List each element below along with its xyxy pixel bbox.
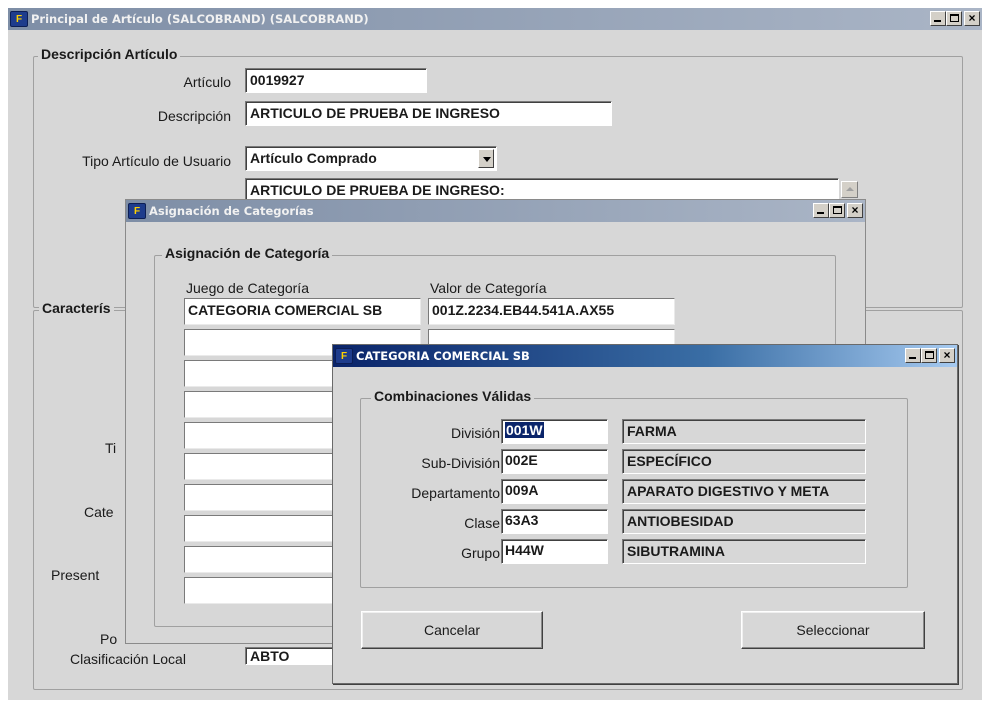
combinacion-label: Sub-División	[421, 455, 500, 471]
clasificacion-local-label: Clasificación Local	[70, 654, 186, 665]
categoria-partial-label: Cate	[84, 504, 114, 520]
juego-categoria-cell[interactable]: CATEGORIA COMERCIAL SB	[184, 298, 421, 325]
maximize-icon[interactable]	[921, 348, 937, 363]
scroll-up-arrow-icon[interactable]	[841, 181, 858, 198]
pos-partial-label: Po	[100, 631, 118, 647]
oracle-forms-app-icon: F	[335, 348, 353, 364]
main-title-bar[interactable]: F Principal de Artículo (SALCOBRAND) (SA…	[8, 8, 982, 30]
valor-categoria-cell[interactable]: 001Z.2234.EB44.541A.AX55	[428, 298, 675, 325]
combinacion-description-field: ESPECÍFICO	[622, 449, 866, 474]
valor-categoria-header: Valor de Categoría	[430, 280, 547, 296]
articulo-label: Artículo	[183, 74, 231, 90]
articulo-field[interactable]: 0019927	[245, 68, 427, 93]
window-controls: ×	[813, 203, 863, 218]
tipo-partial-label: Ti	[105, 440, 117, 456]
asignacion-window-title: Asignación de Categorías	[149, 204, 314, 218]
combinacion-label: Clase	[464, 515, 500, 531]
asignacion-title-bar[interactable]: F Asignación de Categorías ×	[126, 200, 865, 222]
combinacion-description-field: FARMA	[622, 419, 866, 444]
combinacion-code-field[interactable]: 009A	[501, 479, 608, 504]
tipo-articulo-value: Artículo Comprado	[250, 150, 377, 166]
main-window-title: Principal de Artículo (SALCOBRAND) (SALC…	[31, 12, 369, 26]
descripcion-articulo-legend: Descripción Artículo	[38, 46, 181, 62]
caracteristicas-legend: Caracterís	[39, 300, 114, 316]
descripcion-label: Descripción	[157, 108, 231, 124]
oracle-forms-app-icon: F	[10, 11, 28, 27]
combinacion-description-field: SIBUTRAMINA	[622, 539, 866, 564]
combinacion-code-value: 009A	[505, 482, 539, 498]
minimize-icon[interactable]	[813, 203, 829, 218]
minimize-icon[interactable]	[905, 348, 921, 363]
descripcion-field[interactable]: ARTICULO DE PRUEBA DE INGRESO	[245, 101, 612, 126]
oracle-forms-app-icon: F	[128, 203, 146, 219]
tipo-articulo-label: Tipo Artículo de Usuario	[82, 153, 231, 169]
maximize-icon[interactable]	[946, 11, 962, 26]
window-controls: ×	[930, 11, 980, 26]
combinacion-description-field: APARATO DIGESTIVO Y META	[622, 479, 866, 504]
combinacion-label: Departamento	[411, 485, 500, 501]
presentacion-partial-label: Present	[51, 567, 100, 583]
categoria-window-title: CATEGORIA COMERCIAL SB	[356, 349, 530, 363]
close-icon[interactable]: ×	[939, 348, 955, 363]
combinacion-code-field[interactable]: 001W	[501, 419, 608, 444]
categoria-title-bar[interactable]: F CATEGORIA COMERCIAL SB ×	[333, 345, 957, 367]
asignacion-categoria-legend: Asignación de Categoría	[162, 245, 333, 261]
combinacion-code-value: 001W	[505, 422, 544, 438]
select-button[interactable]: Seleccionar	[741, 611, 925, 649]
combinacion-code-value: H44W	[505, 542, 544, 558]
categoria-comercial-window: F CATEGORIA COMERCIAL SB × Combinaciones…	[332, 344, 958, 684]
window-controls: ×	[905, 348, 955, 363]
combinacion-description-field: ANTIOBESIDAD	[622, 509, 866, 534]
combinacion-code-field[interactable]: 63A3	[501, 509, 608, 534]
combinaciones-validas-legend: Combinaciones Válidas	[371, 388, 535, 404]
combinacion-label: Grupo	[461, 545, 500, 561]
cancel-button[interactable]: Cancelar	[361, 611, 543, 649]
close-icon[interactable]: ×	[847, 203, 863, 218]
minimize-icon[interactable]	[930, 11, 946, 26]
juego-categoria-header: Juego de Categoría	[186, 280, 309, 296]
combinacion-code-field[interactable]: 002E	[501, 449, 608, 474]
combinacion-code-field[interactable]: H44W	[501, 539, 608, 564]
maximize-icon[interactable]	[829, 203, 845, 218]
clasificacion-local-field[interactable]: ABTO	[245, 647, 335, 665]
close-icon[interactable]: ×	[964, 11, 980, 26]
combinacion-code-value: 002E	[505, 452, 538, 468]
tipo-articulo-select[interactable]: Artículo Comprado	[245, 146, 497, 171]
combinacion-code-value: 63A3	[505, 512, 539, 528]
combinacion-label: División	[450, 425, 500, 441]
chevron-down-icon[interactable]	[478, 149, 494, 168]
